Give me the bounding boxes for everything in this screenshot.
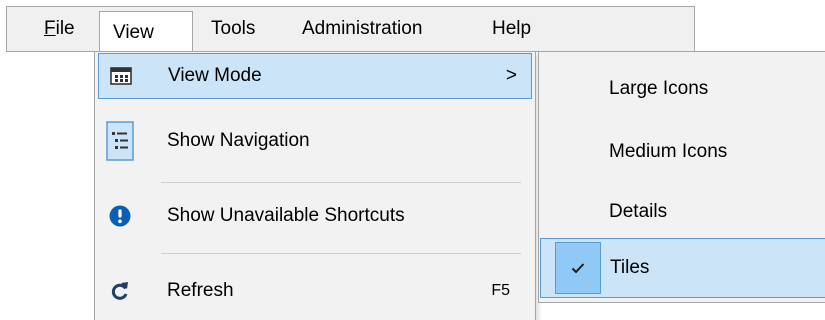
medium-icons-item[interactable]: Medium Icons <box>540 122 825 182</box>
info-icon <box>106 193 134 239</box>
details-item[interactable]: Details <box>540 182 825 242</box>
view-mode-label: View Mode <box>168 65 262 86</box>
refresh-icon <box>106 268 134 314</box>
menu-view[interactable]: View <box>99 11 193 53</box>
view-mode-submenu: Large Icons Medium Icons Details Tiles <box>538 51 825 303</box>
details-label: Details <box>609 201 668 222</box>
show-navigation-item[interactable]: Show Navigation <box>98 118 532 164</box>
menu-administration[interactable]: Administration <box>292 7 432 51</box>
large-icons-label: Large Icons <box>609 78 709 99</box>
show-navigation-label: Show Navigation <box>167 130 310 151</box>
menu-separator <box>161 253 521 254</box>
refresh-item[interactable]: Refresh F5 <box>98 268 532 314</box>
view-menu: View Mode > Show Navigation Show Unavail… <box>94 51 536 320</box>
refresh-shortcut: F5 <box>491 282 510 299</box>
medium-icons-label: Medium Icons <box>609 141 728 162</box>
tiles-item[interactable]: Tiles <box>540 238 825 298</box>
view-mode-item[interactable]: View Mode > <box>98 53 532 99</box>
menu-bar: File View Tools Administration Help <box>6 6 695 53</box>
checkmark-icon <box>555 242 601 294</box>
show-unavailable-shortcuts-item[interactable]: Show Unavailable Shortcuts <box>98 193 532 239</box>
menu-file[interactable]: File <box>34 7 85 51</box>
view-mode-icon <box>107 54 135 98</box>
tiles-label: Tiles <box>610 257 650 278</box>
menu-help[interactable]: Help <box>482 7 541 51</box>
large-icons-item[interactable]: Large Icons <box>540 59 825 119</box>
show-unavailable-shortcuts-label: Show Unavailable Shortcuts <box>167 205 405 226</box>
menu-tools[interactable]: Tools <box>201 7 265 51</box>
navigation-icon <box>106 118 134 164</box>
refresh-label: Refresh <box>167 280 234 301</box>
menu-separator <box>161 182 521 183</box>
submenu-arrow-icon: > <box>505 65 517 86</box>
